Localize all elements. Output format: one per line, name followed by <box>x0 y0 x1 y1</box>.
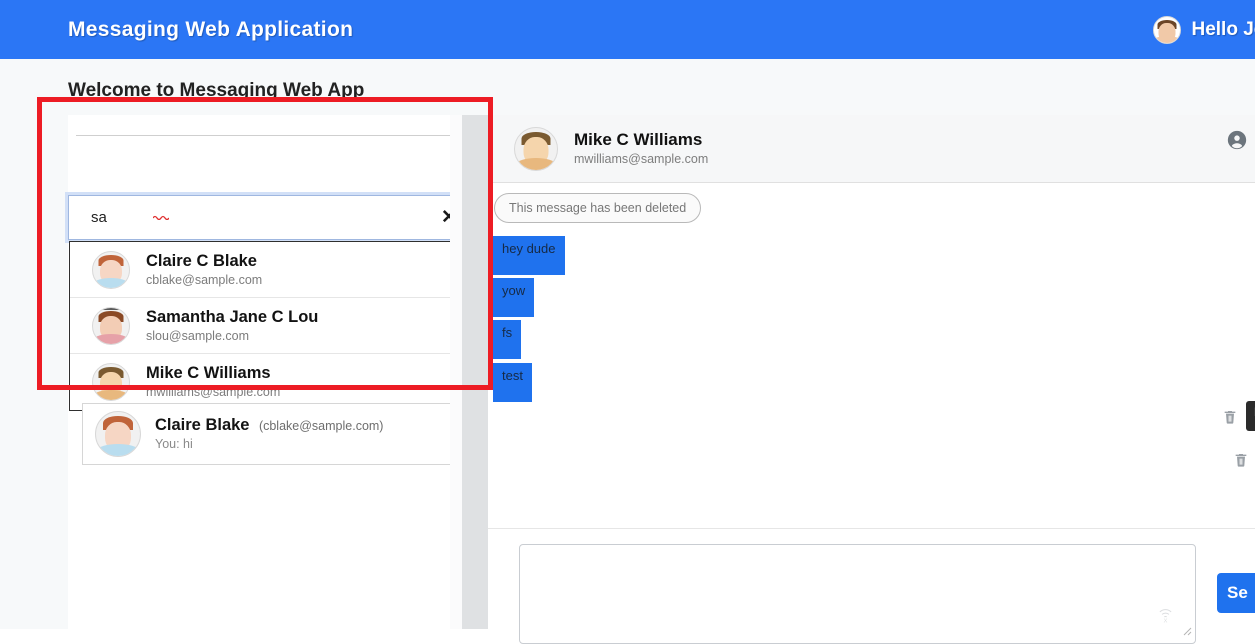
message-input-wrapper[interactable]: X <box>519 544 1196 644</box>
suggestion-item[interactable]: Mike C Williams mwilliams@sample.com <box>70 354 460 410</box>
delete-tooltip: D <box>1246 401 1255 431</box>
suggestion-email: slou@sample.com <box>146 329 318 343</box>
avatar-samantha-icon <box>92 307 130 345</box>
suggestion-email: mwilliams@sample.com <box>146 385 280 399</box>
message-row: This message has been deleted <box>494 193 701 223</box>
message-row: test <box>493 363 532 402</box>
chat-contact-email: mwilliams@sample.com <box>574 152 708 167</box>
search-input[interactable] <box>69 208 426 227</box>
page-title: Welcome to Messaging Web App <box>68 80 364 102</box>
suggestion-name: Samantha Jane C Lou <box>146 308 318 327</box>
suggestion-item[interactable]: Samantha Jane C Lou slou@sample.com <box>70 298 460 354</box>
profile-circle-icon[interactable] <box>1226 129 1248 151</box>
message-list: This message has been deleted hey dude y… <box>488 183 1255 583</box>
message-row: fs <box>493 320 521 359</box>
app-title: Messaging Web Application <box>68 18 353 42</box>
page-body: Welcome to Messaging Web App ✕ Claire C … <box>0 59 1255 629</box>
suggestion-email: cblake@sample.com <box>146 273 262 287</box>
message-bubble: yow <box>493 278 534 317</box>
suggestion-name: Mike C Williams <box>146 364 280 383</box>
message-row: yow <box>493 278 534 317</box>
send-button[interactable]: Se <box>1217 573 1255 613</box>
contact-list: Claire Blake (cblake@sample.com) You: hi <box>82 403 460 465</box>
contact-email: (cblake@sample.com) <box>259 419 384 433</box>
chat-contact-name: Mike C Williams <box>574 130 708 150</box>
suggestion-name: Claire C Blake <box>146 252 262 271</box>
contact-snippet: You: hi <box>155 437 383 452</box>
message-bubble: test <box>493 363 532 402</box>
message-bubble: fs <box>493 320 521 359</box>
contact-name: Claire Blake <box>155 416 249 434</box>
panel-divider <box>76 135 472 136</box>
sidebar-scrollbar[interactable] <box>462 115 488 629</box>
message-composer: X Se <box>488 528 1255 629</box>
search-field-wrapper[interactable]: ✕ <box>68 195 473 240</box>
header-user-area[interactable]: Hello Joh <box>1153 16 1255 44</box>
avatar-claire-icon <box>95 411 141 457</box>
grammarly-icon[interactable]: X <box>1158 606 1173 629</box>
chat-header: Mike C Williams mwilliams@sample.com <box>488 115 1255 183</box>
user-avatar-icon <box>1153 16 1181 44</box>
avatar-claire-icon <box>92 251 130 289</box>
header-greeting: Hello Joh <box>1191 19 1255 41</box>
app-header: Messaging Web Application Hello Joh <box>0 0 1255 59</box>
trash-icon[interactable] <box>1222 408 1238 431</box>
avatar-mike-icon <box>92 363 130 401</box>
trash-icon[interactable] <box>1233 451 1249 474</box>
list-item[interactable]: Claire Blake (cblake@sample.com) You: hi <box>82 403 460 465</box>
avatar-mike-icon <box>514 127 558 171</box>
suggestion-item[interactable]: Claire C Blake cblake@sample.com <box>70 242 460 298</box>
svg-text:X: X <box>1164 619 1168 625</box>
search-suggestions-dropdown[interactable]: Claire C Blake cblake@sample.com Samanth… <box>69 241 461 411</box>
resize-grip-icon[interactable] <box>1183 623 1192 641</box>
message-bubble: hey dude <box>493 236 565 275</box>
contacts-panel: ✕ Claire C Blake cblake@sample.com <box>68 115 488 629</box>
message-row: hey dude <box>493 236 565 275</box>
deleted-message-bubble: This message has been deleted <box>494 193 701 223</box>
sidebar-scroll-gutter <box>450 115 462 629</box>
